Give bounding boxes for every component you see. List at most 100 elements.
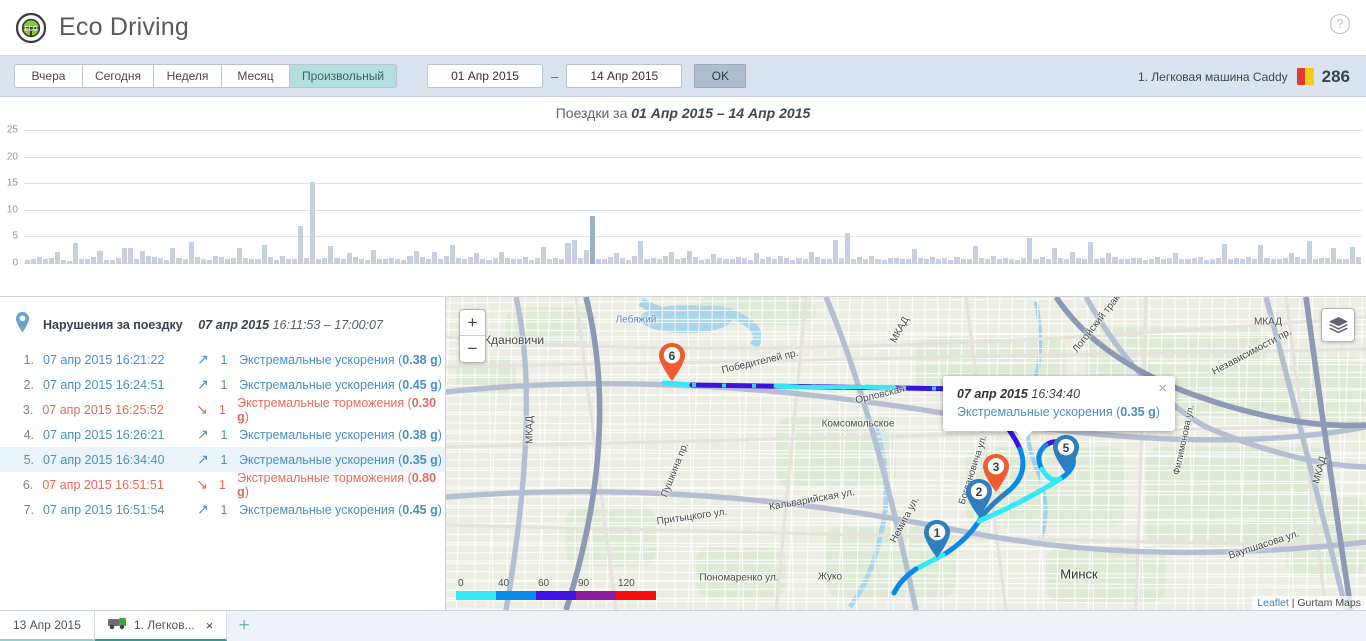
chart-bar[interactable] — [498, 251, 504, 264]
ok-button[interactable]: OK — [694, 64, 747, 88]
chart-bar[interactable] — [516, 258, 522, 264]
chart-bar[interactable] — [24, 259, 30, 264]
chart-bar[interactable] — [389, 257, 395, 264]
chart-bar[interactable] — [273, 259, 279, 264]
chart-bars[interactable] — [24, 131, 1362, 264]
chart-bar[interactable] — [626, 259, 632, 264]
violation-row[interactable]: 1. 07 апр 2015 16:21:22 ↗ 1 Экстремальные ус… — [0, 347, 445, 372]
chart-bar[interactable] — [200, 258, 206, 264]
chart-bar[interactable] — [1088, 241, 1094, 264]
chart-bar[interactable] — [753, 253, 759, 264]
map-marker-6[interactable]: 6 — [657, 342, 687, 382]
chart-bar[interactable] — [1215, 257, 1221, 264]
chart-bar[interactable] — [863, 259, 869, 264]
chart-bar[interactable] — [668, 252, 674, 264]
chart-bar[interactable] — [1112, 257, 1118, 264]
violation-row[interactable]: 5. 07 апр 2015 16:34:40 ↗ 1 Экстремальные ус… — [0, 447, 445, 472]
chart-bar[interactable] — [176, 257, 182, 264]
map-marker-5[interactable]: 5 — [1051, 434, 1081, 474]
chart-bar[interactable] — [79, 258, 85, 264]
chart-bar[interactable] — [334, 258, 340, 264]
chart-bar[interactable] — [480, 258, 486, 264]
chart-bar[interactable] — [103, 259, 109, 264]
chart-bar[interactable] — [395, 258, 401, 264]
chart-bar[interactable] — [115, 257, 121, 264]
chart-bar[interactable] — [1331, 248, 1337, 264]
zoom-in-button[interactable]: + — [460, 310, 485, 336]
chart-bar[interactable] — [1252, 258, 1258, 264]
chart-bar[interactable] — [1009, 258, 1015, 264]
range-button-2[interactable]: Неделя — [153, 64, 221, 88]
chart-bar[interactable] — [547, 258, 553, 264]
chart-bar[interactable] — [383, 259, 389, 264]
chart-bar[interactable] — [1179, 258, 1185, 264]
chart-bar[interactable] — [30, 258, 36, 264]
chart-bar[interactable] — [893, 258, 899, 264]
chart-bar[interactable] — [1057, 258, 1063, 264]
chart-bar[interactable] — [377, 258, 383, 264]
chart-bar[interactable] — [845, 233, 851, 264]
chart-bar[interactable] — [1191, 258, 1197, 264]
chart-bar[interactable] — [48, 258, 54, 264]
chart-bar[interactable] — [936, 258, 942, 264]
chart-bar[interactable] — [1051, 248, 1057, 264]
chart-bar[interactable] — [85, 259, 91, 264]
chart-bar[interactable] — [1343, 258, 1349, 264]
chart-bar[interactable] — [279, 255, 285, 264]
chart-bar[interactable] — [468, 257, 474, 264]
chart-bar[interactable] — [741, 258, 747, 264]
chart-bar[interactable] — [310, 181, 316, 264]
chart-bar[interactable] — [729, 258, 735, 264]
chart-bar[interactable] — [462, 259, 468, 264]
chart-bar[interactable] — [972, 245, 978, 264]
chart-bar[interactable] — [1325, 258, 1331, 264]
chart-bar[interactable] — [832, 239, 838, 264]
range-button-4[interactable]: Произвольный — [289, 64, 398, 88]
chart-bar[interactable] — [917, 257, 924, 264]
chart-bar[interactable] — [182, 258, 188, 264]
chart-bar[interactable] — [589, 216, 595, 264]
chart-bar[interactable] — [109, 260, 115, 264]
chart-bar[interactable] — [948, 259, 954, 264]
add-tab-button[interactable]: + — [227, 611, 261, 641]
chart-bar[interactable] — [1167, 257, 1173, 264]
date-to-input[interactable]: 14 Апр 2015 — [566, 64, 683, 88]
chart-bar[interactable] — [67, 261, 73, 264]
chart-bar[interactable] — [1100, 258, 1106, 264]
chart-bar[interactable] — [960, 258, 966, 264]
chart-bar[interactable] — [1173, 253, 1179, 264]
chart-bar[interactable] — [255, 258, 261, 264]
chart-bar[interactable] — [249, 259, 255, 264]
chart-bar[interactable] — [158, 258, 164, 264]
chart-bar[interactable] — [358, 258, 364, 264]
range-button-3[interactable]: Месяц — [221, 64, 289, 88]
range-button-0[interactable]: Вчера — [14, 64, 82, 88]
chart-bar[interactable] — [1209, 258, 1215, 264]
chart-bar[interactable] — [662, 256, 668, 264]
chart-bar[interactable] — [188, 242, 194, 264]
leaflet-link[interactable]: Leaflet — [1257, 597, 1289, 609]
chart-bar[interactable] — [759, 258, 766, 264]
chart-bar[interactable] — [1148, 258, 1155, 264]
chart-bar[interactable] — [869, 255, 875, 264]
chart-bar[interactable] — [1197, 257, 1203, 264]
violation-row[interactable]: 7. 07 апр 2015 16:51:54 ↗ 1 Экстремальные ус… — [0, 497, 445, 522]
chart-bar[interactable] — [127, 247, 133, 264]
chart-bar[interactable] — [1355, 256, 1361, 264]
chart-bar[interactable] — [510, 259, 516, 264]
chart-bar[interactable] — [790, 259, 796, 264]
chart-bar[interactable] — [225, 259, 231, 264]
chart-bar[interactable] — [73, 242, 79, 264]
chart-bar[interactable] — [1039, 257, 1045, 264]
chart-bar[interactable] — [1264, 257, 1270, 264]
chart-bar[interactable] — [1319, 257, 1325, 264]
chart-bar[interactable] — [456, 258, 462, 264]
chart-bar[interactable] — [541, 246, 547, 264]
chart-bar[interactable] — [504, 258, 510, 264]
chart-bar[interactable] — [194, 257, 200, 264]
chart-bar[interactable] — [693, 257, 699, 264]
chart-bar[interactable] — [437, 259, 443, 264]
chart-bar[interactable] — [164, 259, 170, 264]
layers-stack-icon[interactable] — [1321, 308, 1355, 342]
chart-bar[interactable] — [632, 255, 638, 264]
